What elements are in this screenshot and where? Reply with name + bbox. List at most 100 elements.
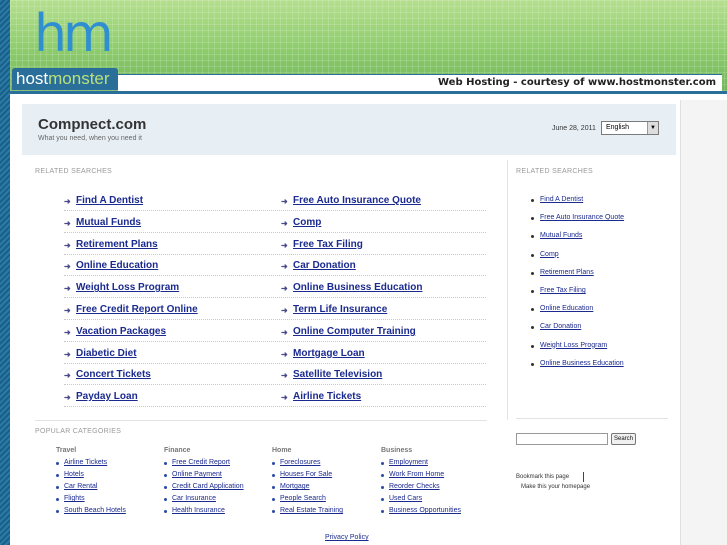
category-link[interactable]: Credit Card Application xyxy=(172,483,244,490)
column-divider xyxy=(507,160,508,420)
keyword-link[interactable]: Car Donation xyxy=(293,260,356,271)
search-button[interactable]: Search xyxy=(611,433,636,445)
category-link[interactable]: People Search xyxy=(280,495,326,502)
sidebar-link[interactable]: Comp xyxy=(540,251,559,258)
dot-icon xyxy=(531,362,534,366)
bookmark-link[interactable]: Bookmark this page xyxy=(516,474,569,480)
keyword-link[interactable]: Diabetic Diet xyxy=(76,348,137,359)
related-searches-label: RELATED SEARCHES xyxy=(35,168,113,175)
arrow-right-icon: ➜ xyxy=(64,240,71,250)
arrow-right-icon: ➜ xyxy=(64,393,71,403)
keyword-link[interactable]: Online Education xyxy=(76,260,158,271)
arrow-right-icon: ➜ xyxy=(281,240,288,250)
dot-icon xyxy=(531,253,534,257)
site-header: Compnect.com What you need, when you nee… xyxy=(22,104,676,155)
search-input[interactable] xyxy=(516,433,608,445)
keyword-link[interactable]: Comp xyxy=(293,217,321,228)
sidebar-link[interactable]: Car Donation xyxy=(540,323,581,330)
arrow-right-icon: ➜ xyxy=(281,349,288,359)
keyword-link[interactable]: Retirement Plans xyxy=(76,239,158,250)
category-link[interactable]: Employment xyxy=(389,459,428,466)
dot-icon xyxy=(531,199,534,202)
arrow-right-icon: ➜ xyxy=(64,349,71,359)
row-separator xyxy=(64,340,486,342)
keyword-link[interactable]: Concert Tickets xyxy=(76,369,151,380)
arrow-right-icon: ➜ xyxy=(64,371,71,381)
arrow-right-icon: ➜ xyxy=(281,371,288,381)
arrow-right-icon: ➜ xyxy=(281,393,288,403)
dot-icon xyxy=(531,344,534,348)
page-edge xyxy=(680,100,727,545)
category-link[interactable]: Hotels xyxy=(64,471,84,478)
keyword-link[interactable]: Online Business Education xyxy=(293,282,422,293)
hosting-bar: Web Hosting - courtesy of www.hostmonste… xyxy=(118,74,722,92)
language-value: English xyxy=(606,124,629,131)
row-separator xyxy=(64,362,486,364)
keyword-link[interactable]: Payday Loan xyxy=(76,391,138,402)
category-link[interactable]: Mortgage xyxy=(280,483,310,490)
row-separator xyxy=(64,275,486,277)
keyword-link[interactable]: Find A Dentist xyxy=(76,195,143,206)
sidebar-link[interactable]: Online Business Education xyxy=(540,360,624,367)
keyword-link[interactable]: Mortgage Loan xyxy=(293,348,365,359)
hosting-credit[interactable]: Web Hosting - courtesy of www.hostmonste… xyxy=(438,77,716,88)
category-link[interactable]: Real Estate Training xyxy=(280,507,343,514)
sidebar-link[interactable]: Free Tax Filing xyxy=(540,287,586,294)
category-link[interactable]: Free Credit Report xyxy=(172,459,230,466)
dot-icon xyxy=(56,462,59,465)
keyword-link[interactable]: Online Computer Training xyxy=(293,326,416,337)
category-link[interactable]: Online Payment xyxy=(172,471,222,478)
keyword-link[interactable]: Satellite Television xyxy=(293,369,382,380)
popular-divider xyxy=(35,420,487,421)
sidebar-related-label: RELATED SEARCHES xyxy=(516,168,594,175)
row-separator xyxy=(64,384,486,386)
left-stripe xyxy=(0,0,10,545)
language-select[interactable]: English ▼ xyxy=(601,121,659,135)
hostmonster-logo[interactable]: hm hostmonster xyxy=(12,8,118,94)
sidebar-link[interactable]: Find A Dentist xyxy=(540,196,583,203)
category-link[interactable]: Houses For Sale xyxy=(280,471,332,478)
site-tagline: What you need, when you need it xyxy=(38,135,142,142)
keyword-link[interactable]: Weight Loss Program xyxy=(76,282,179,293)
category-link[interactable]: Reorder Checks xyxy=(389,483,440,490)
arrow-right-icon: ➜ xyxy=(64,218,71,228)
sidebar-divider xyxy=(516,418,668,419)
category-link[interactable]: Airline Tickets xyxy=(64,459,107,466)
category-link[interactable]: Flights xyxy=(64,495,85,502)
keyword-link[interactable]: Free Auto Insurance Quote xyxy=(293,195,421,206)
arrow-right-icon: ➜ xyxy=(64,306,71,315)
category-link[interactable]: Business Opportunities xyxy=(389,507,461,514)
arrow-right-icon: ➜ xyxy=(281,262,288,272)
category-link[interactable]: Foreclosures xyxy=(280,459,320,466)
category-title: Travel xyxy=(56,447,77,454)
sidebar-link[interactable]: Retirement Plans xyxy=(540,269,594,276)
keyword-link[interactable]: Free Tax Filing xyxy=(293,239,363,250)
sidebar-link[interactable]: Weight Loss Program xyxy=(540,342,607,349)
category-link[interactable]: Car Insurance xyxy=(172,495,216,502)
category-link[interactable]: Health Insurance xyxy=(172,507,225,514)
arrow-right-icon: ➜ xyxy=(281,218,288,228)
sidebar-link[interactable]: Mutual Funds xyxy=(540,232,582,239)
category-link[interactable]: Car Rental xyxy=(64,483,97,490)
keyword-link[interactable]: Mutual Funds xyxy=(76,217,141,228)
arrow-right-icon: ➜ xyxy=(64,262,71,272)
logo-mark: hm xyxy=(34,4,114,64)
keyword-link[interactable]: Free Credit Report Online xyxy=(76,304,198,315)
keyword-link[interactable]: Term Life Insurance xyxy=(293,304,387,315)
arrow-right-icon: ➜ xyxy=(281,327,288,337)
separator xyxy=(583,472,584,482)
sidebar-link[interactable]: Free Auto Insurance Quote xyxy=(540,214,624,221)
privacy-policy-link[interactable]: Privacy Policy xyxy=(325,534,369,541)
arrow-right-icon: ➜ xyxy=(281,197,288,206)
arrow-right-icon: ➜ xyxy=(64,197,71,206)
chevron-down-icon[interactable]: ▼ xyxy=(647,122,658,134)
category-link[interactable]: South Beach Hotels xyxy=(64,507,126,514)
category-title: Business xyxy=(381,447,413,454)
site-title: Compnect.com xyxy=(38,116,147,133)
homepage-link[interactable]: Make this your homepage xyxy=(521,484,590,490)
sidebar-link[interactable]: Online Education xyxy=(540,305,593,312)
keyword-link[interactable]: Airline Tickets xyxy=(293,391,361,402)
keyword-link[interactable]: Vacation Packages xyxy=(76,326,166,337)
category-link[interactable]: Work From Home xyxy=(389,471,444,478)
category-link[interactable]: Used Cars xyxy=(389,495,422,502)
